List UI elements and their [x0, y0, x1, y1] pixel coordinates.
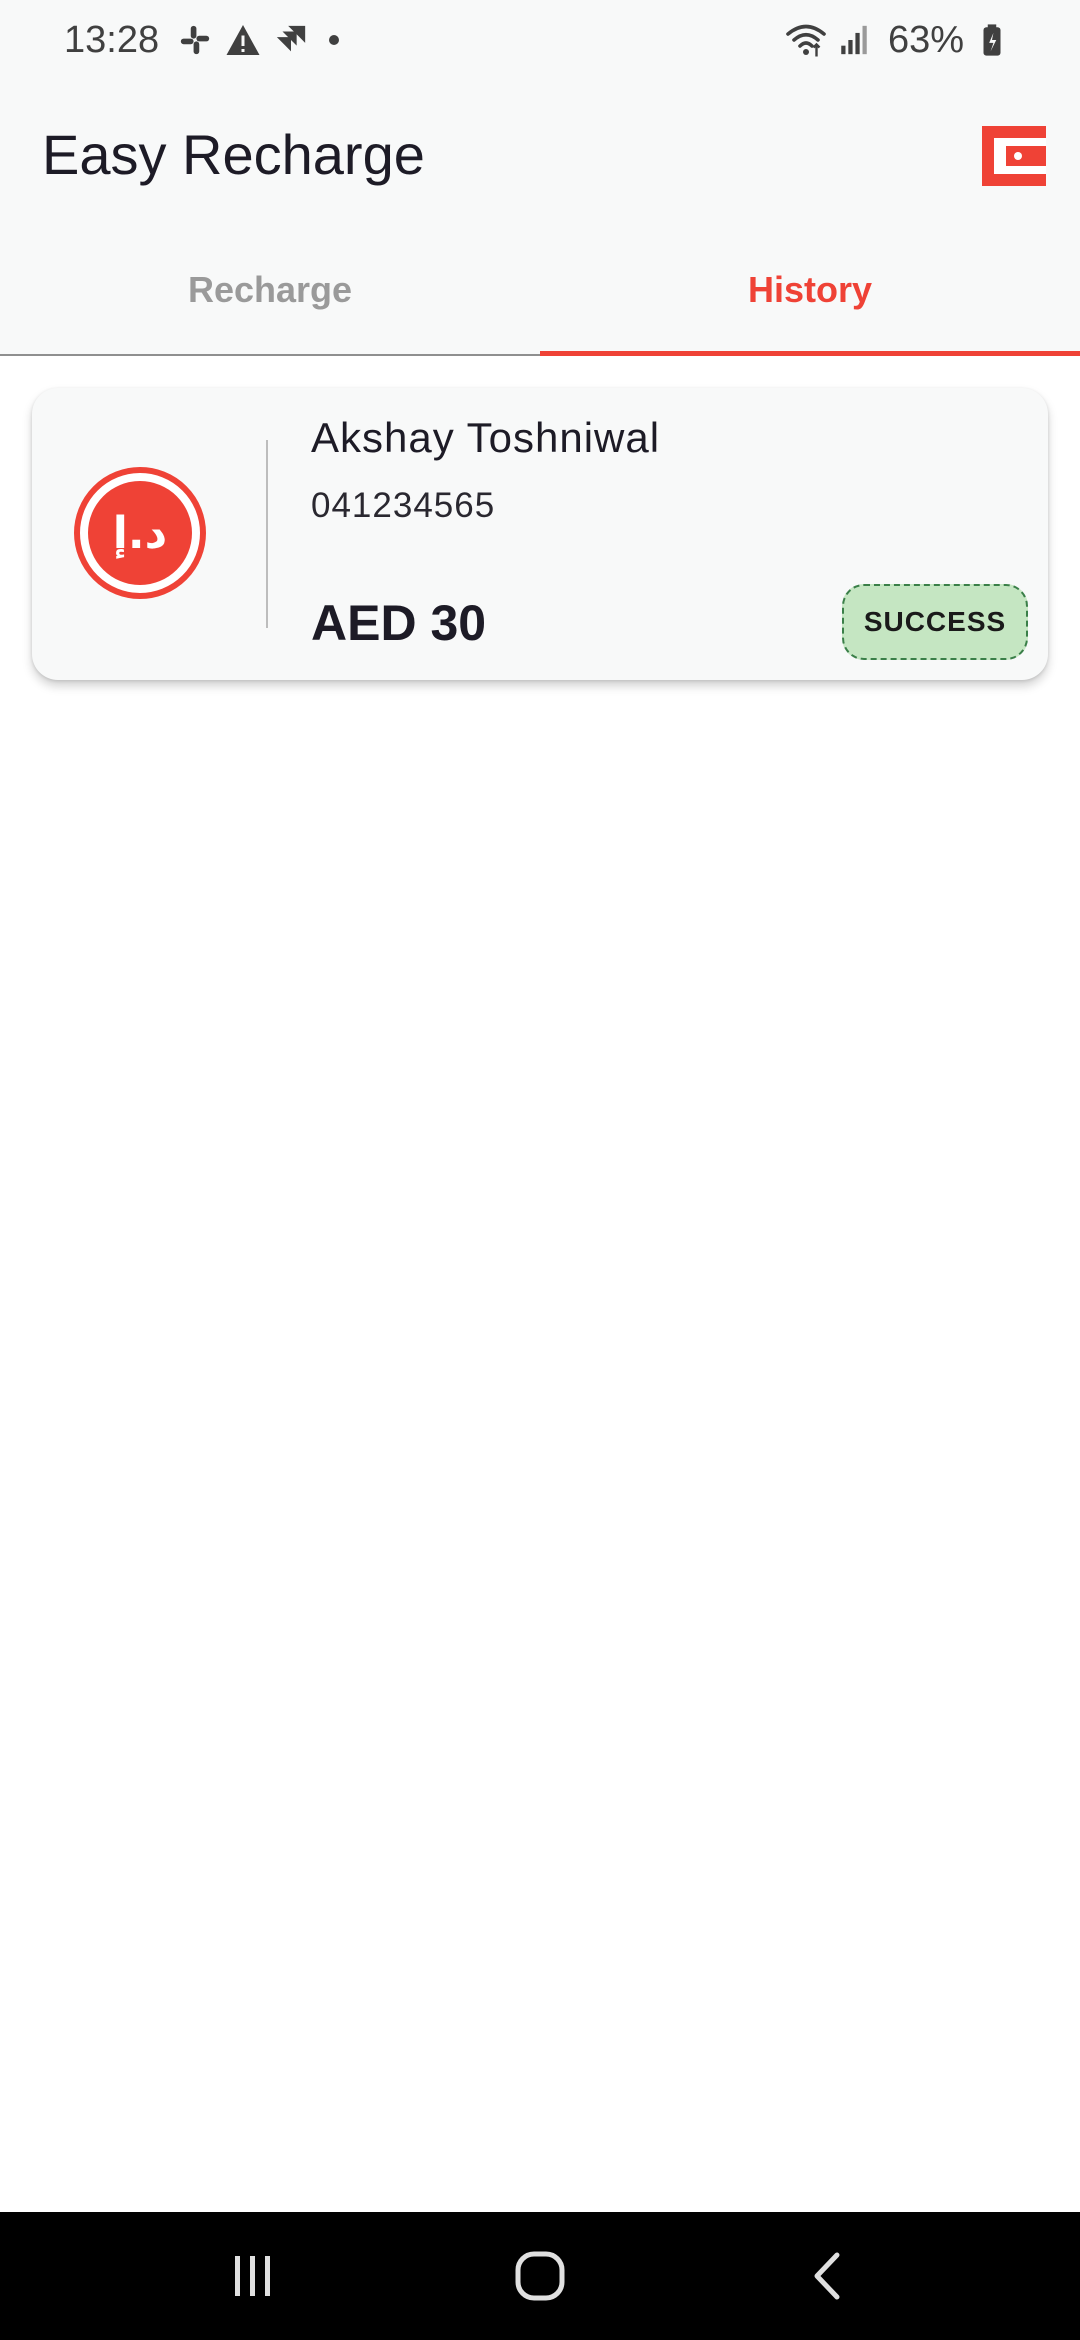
tab-bar: Recharge History — [0, 230, 1080, 356]
jira-icon — [269, 18, 313, 62]
status-left: 13:28 — [64, 18, 340, 62]
dirham-icon: د.إ — [88, 481, 192, 585]
card-divider — [266, 440, 268, 628]
wallet-button[interactable] — [982, 126, 1046, 186]
status-right: 63% — [784, 18, 1018, 62]
tab-recharge[interactable]: Recharge — [0, 230, 540, 354]
screen: 13:28 63% Easy Recharge Recharge History… — [0, 0, 1080, 2340]
recipient-name: Akshay Toshniwal — [311, 414, 661, 461]
app-title: Easy Recharge — [42, 123, 425, 186]
home-button[interactable] — [490, 2226, 590, 2326]
slack-icon — [173, 18, 217, 62]
history-list: د.إ Akshay Toshniwal 041234565 AED 30 SU… — [0, 356, 1080, 2212]
history-card[interactable]: د.إ Akshay Toshniwal 041234565 AED 30 SU… — [32, 388, 1048, 680]
back-icon — [814, 2252, 840, 2300]
signal-icon — [832, 18, 876, 62]
warning-icon — [221, 18, 265, 62]
home-icon — [515, 2251, 565, 2301]
notification-dot-icon — [329, 35, 340, 45]
recent-apps-icon — [235, 2256, 271, 2296]
tab-history-label: History — [747, 269, 873, 310]
status-badge: SUCCESS — [842, 584, 1028, 660]
status-bar: 13:28 63% — [0, 0, 1080, 80]
wifi-icon — [784, 18, 828, 62]
currency-badge: د.إ — [74, 467, 206, 599]
tab-recharge-label: Recharge — [187, 269, 353, 310]
recent-apps-button[interactable] — [203, 2226, 303, 2326]
wallet-icon — [982, 126, 1046, 186]
battery-percent: 63% — [887, 18, 964, 61]
recharge-amount: AED 30 — [311, 595, 487, 651]
battery-icon — [970, 18, 1014, 62]
tab-history[interactable]: History — [540, 230, 1080, 356]
nav-bar — [0, 2212, 1080, 2340]
app-bar: Easy Recharge — [0, 80, 1080, 230]
back-button[interactable] — [777, 2226, 877, 2326]
status-time: 13:28 — [64, 18, 160, 61]
recipient-phone: 041234565 — [311, 486, 496, 525]
